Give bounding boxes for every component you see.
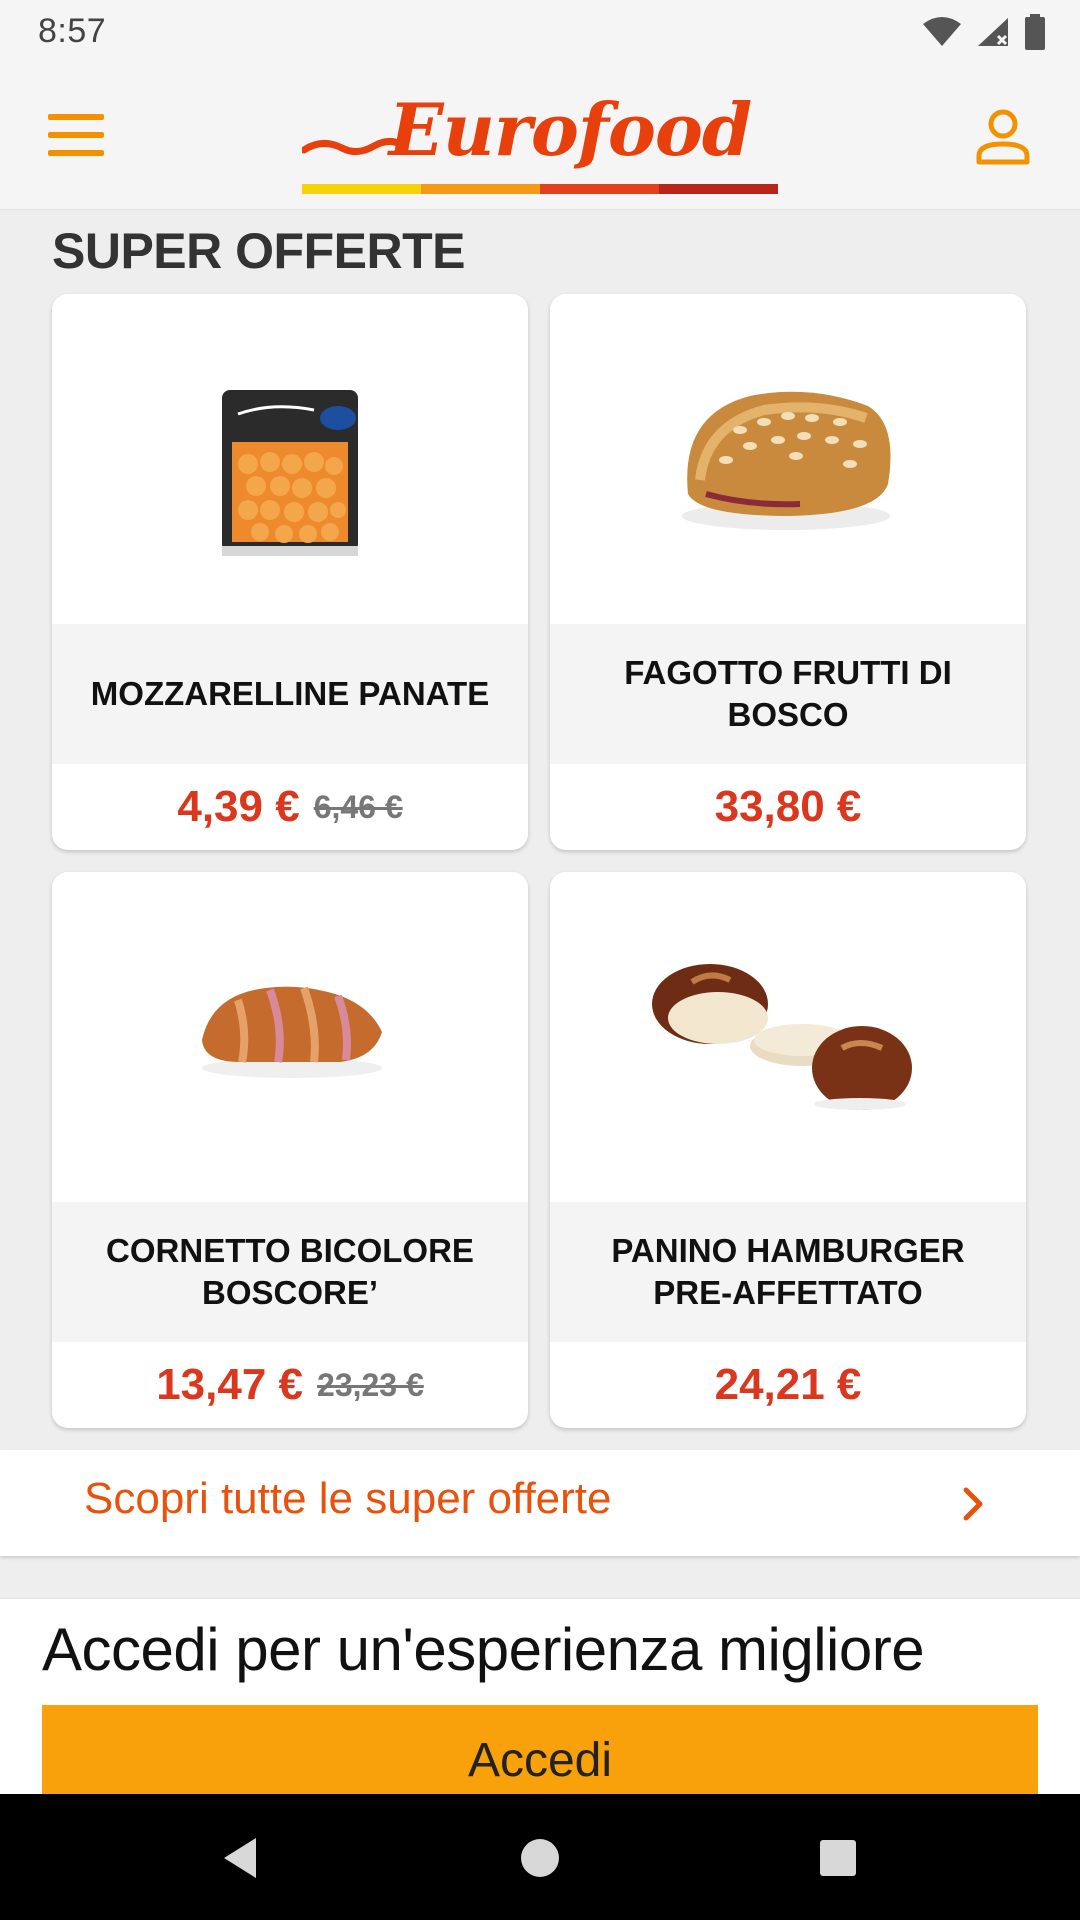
product-price: 33,80 € — [550, 764, 1026, 850]
price-original: 23,23 € — [317, 1366, 424, 1403]
product-price: 13,47 € 23,23 € — [52, 1342, 528, 1428]
product-price: 24,21 € — [550, 1342, 1026, 1428]
product-card-mozzarelline[interactable]: MOZZARELLINE PANATE 4,39 € 6,46 € — [52, 294, 528, 850]
recents-icon[interactable] — [808, 1828, 868, 1888]
login-panel: Accedi per un'esperienza migliore Accedi — [0, 1598, 1080, 1795]
product-name: PANINO HAMBURGER PRE-AFFETTATO — [550, 1202, 1026, 1342]
wifi-icon — [923, 17, 961, 46]
chevron-right-icon — [963, 1487, 983, 1521]
battery-icon — [1025, 14, 1045, 50]
product-name: FAGOTTO FRUTTI DI BOSCO — [550, 624, 1026, 764]
product-image — [550, 294, 1026, 624]
see-all-offers-label: Scopri tutte le super offerte — [84, 1474, 612, 1523]
login-title: Accedi per un'esperienza migliore — [42, 1616, 925, 1683]
product-card-fagotto[interactable]: FAGOTTO FRUTTI DI BOSCO 33,80 € — [550, 294, 1026, 850]
price-current: 4,39 € — [177, 782, 300, 831]
brand-logo-text: Eurofood — [388, 87, 753, 172]
product-image — [550, 872, 1026, 1202]
price-current: 13,47 € — [156, 1360, 304, 1409]
home-icon[interactable] — [510, 1828, 570, 1888]
login-button-label: Accedi — [467, 1734, 613, 1787]
product-card-panino[interactable]: PANINO HAMBURGER PRE-AFFETTATO 24,21 € — [550, 872, 1026, 1428]
product-name: CORNETTO BICOLORE BOSCORE’ — [52, 1202, 528, 1342]
app-bar: Eurofood — [0, 64, 1080, 210]
brand-logo: Eurofood — [302, 80, 778, 196]
status-bar: 8:57 — [0, 0, 1080, 64]
user-account-icon — [976, 109, 1030, 165]
product-card-cornetto[interactable]: CORNETTO BICOLORE BOSCORE’ 13,47 € 23,23… — [52, 872, 528, 1428]
price-original: 6,46 € — [313, 788, 403, 825]
price-current: 24,21 € — [714, 1360, 862, 1409]
product-price: 4,39 € 6,46 € — [52, 764, 528, 850]
logo-stripe — [302, 184, 778, 194]
navigation-bar — [0, 1794, 1080, 1920]
hamburger-menu-icon — [48, 114, 104, 120]
status-icons — [922, 14, 1046, 50]
menu-button[interactable] — [48, 114, 108, 156]
see-all-offers-link[interactable]: Scopri tutte le super offerte — [0, 1450, 1080, 1556]
login-button[interactable]: Accedi — [42, 1705, 1038, 1795]
status-time: 8:57 — [38, 12, 107, 50]
product-grid: MOZZARELLINE PANATE 4,39 € 6,46 € FAGOTT… — [52, 294, 1028, 1428]
price-current: 33,80 € — [714, 782, 862, 831]
cell-signal-icon — [978, 18, 1008, 46]
product-image — [52, 294, 528, 624]
account-button[interactable] — [974, 108, 1032, 166]
product-image — [52, 872, 528, 1202]
section-title: SUPER OFFERTE — [52, 223, 465, 279]
back-icon[interactable] — [212, 1828, 272, 1888]
product-name: MOZZARELLINE PANATE — [52, 624, 528, 764]
